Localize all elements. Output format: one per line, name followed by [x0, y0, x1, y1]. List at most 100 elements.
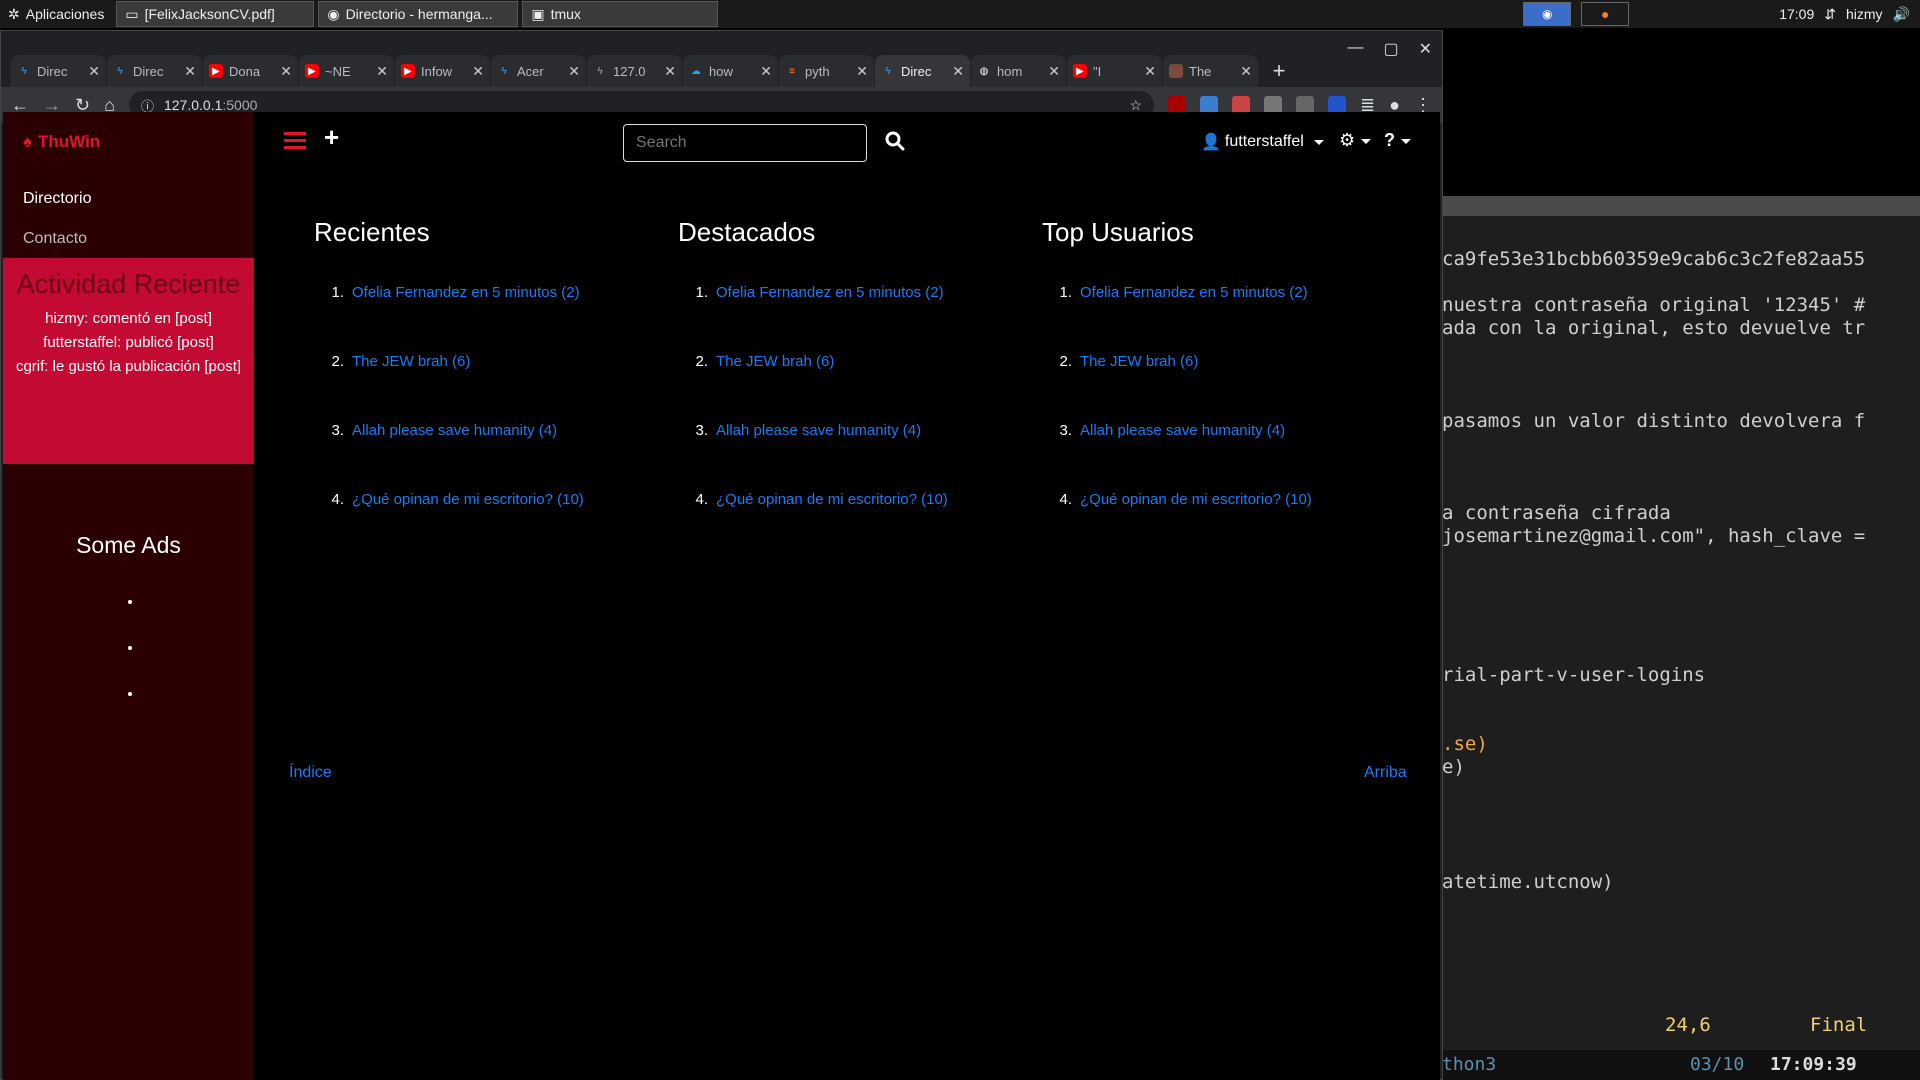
- cursor-position: 24,6: [1665, 1014, 1711, 1036]
- post-list: 1. Ofelia Fernandez en 5 minutos (2) 2. Th…: [1042, 284, 1382, 560]
- browser-tab[interactable]: ◍ hom ✕: [971, 55, 1066, 87]
- tab-title: hom: [997, 63, 1023, 79]
- bolt-icon: ϟ: [885, 65, 891, 77]
- index-link[interactable]: Índice: [289, 764, 332, 782]
- bolt-icon: ϟ: [501, 65, 507, 77]
- post-link[interactable]: Allah please save humanity (4): [352, 422, 557, 491]
- column-top-usuarios: Top Usuarios 1. Ofelia Fernandez en 5 min…: [1042, 217, 1382, 560]
- taskbar-item-browser[interactable]: ◉ Directorio - hermanga...: [318, 1, 519, 27]
- post-link[interactable]: ¿Qué opinan de mi escritorio? (10): [716, 491, 948, 560]
- workspace-1[interactable]: ◉: [1523, 2, 1572, 26]
- terminal-line: rial-part-v-user-logins: [1442, 664, 1706, 686]
- browser-tab[interactable]: ≡ pyth ✕: [779, 55, 874, 87]
- minimize-icon[interactable]: —: [1347, 39, 1363, 59]
- post-link[interactable]: The JEW brah (6): [716, 353, 834, 422]
- hamburger-menu-icon[interactable]: [284, 132, 306, 150]
- username: futterstaffel: [1224, 133, 1304, 150]
- scroll-position: Final: [1810, 1014, 1868, 1036]
- help-menu[interactable]: ?: [1384, 130, 1411, 151]
- back-to-top-link[interactable]: Arriba: [1364, 764, 1407, 782]
- post-link[interactable]: Ofelia Fernandez en 5 minutos (2): [352, 284, 580, 353]
- window-icon: ▭: [125, 5, 139, 22]
- new-tab-button[interactable]: +: [1265, 57, 1293, 85]
- terminal-line: ca9fe53e31bcbb60359e9cab6c3c2fe82aa55: [1442, 248, 1866, 270]
- close-icon[interactable]: ✕: [664, 63, 676, 80]
- browser-tab[interactable]: ϟ Direc ✕: [107, 55, 202, 87]
- close-icon[interactable]: ✕: [952, 63, 964, 80]
- close-icon[interactable]: ✕: [760, 63, 772, 80]
- nav-contacto[interactable]: Contacto: [23, 230, 87, 248]
- browser-tab[interactable]: ϟ Acer ✕: [491, 55, 586, 87]
- browser-tab[interactable]: ϟ 127.0 ✕: [587, 55, 682, 87]
- network-icon[interactable]: ⇵: [1824, 6, 1836, 23]
- user-name[interactable]: hizmy: [1846, 6, 1883, 22]
- search-icon[interactable]: [884, 130, 906, 152]
- column-title: Top Usuarios: [1042, 217, 1194, 247]
- taskbar-item-tmux[interactable]: ▣ tmux: [522, 1, 719, 27]
- volume-icon[interactable]: 🔊: [1893, 6, 1910, 23]
- post-list: 1. Ofelia Fernandez en 5 minutos (2) 2. Th…: [314, 284, 654, 560]
- close-icon[interactable]: ✕: [376, 63, 388, 80]
- terminal-window[interactable]: ca9fe53e31bcbb60359e9cab6c3c2fe82aa55 nu…: [1440, 196, 1920, 1080]
- browser-tab-active[interactable]: ϟ Direc ✕: [875, 55, 970, 87]
- close-icon[interactable]: ✕: [856, 63, 868, 80]
- nav-directorio[interactable]: Directorio: [23, 190, 91, 208]
- terminal-line: ada con la original, esto devuelve tr: [1442, 317, 1866, 339]
- tmux-date: 03/10: [1690, 1054, 1745, 1075]
- chevron-down-icon: [1361, 138, 1372, 144]
- terminal-line: pasamos un valor distinto devolvera f: [1442, 410, 1866, 432]
- bolt-icon: ϟ: [597, 65, 603, 77]
- bookmark-star-icon[interactable]: ☆: [1129, 97, 1142, 114]
- browser-tab[interactable]: ☁ how ✕: [683, 55, 778, 87]
- close-window-icon[interactable]: ✕: [1419, 39, 1432, 59]
- close-icon[interactable]: ✕: [280, 63, 292, 80]
- ad-bullet: [128, 600, 132, 604]
- search-input[interactable]: [623, 124, 867, 162]
- browser-tab[interactable]: ▶ ~NE ✕: [299, 55, 394, 87]
- applications-menu[interactable]: ✲ Aplicaciones: [0, 0, 112, 28]
- browser-tab[interactable]: The ✕: [1163, 55, 1258, 87]
- list-item: 3. Allah please save humanity (4): [314, 422, 654, 491]
- chromium-icon: ◉: [1541, 7, 1553, 21]
- post-link[interactable]: ¿Qué opinan de mi escritorio? (10): [1080, 491, 1312, 560]
- close-icon[interactable]: ✕: [184, 63, 196, 80]
- tab-title: Infow: [421, 63, 453, 79]
- taskbar-item-pdf[interactable]: ▭ [FelixJacksonCV.pdf]: [116, 1, 315, 27]
- close-icon[interactable]: ✕: [1048, 63, 1060, 80]
- workspace-2[interactable]: ●: [1581, 2, 1630, 26]
- user-icon: 👤: [1201, 134, 1221, 151]
- post-link[interactable]: The JEW brah (6): [1080, 353, 1198, 422]
- close-icon[interactable]: ✕: [568, 63, 580, 80]
- close-icon[interactable]: ✕: [472, 63, 484, 80]
- post-link[interactable]: ¿Qué opinan de mi escritorio? (10): [352, 491, 584, 560]
- taskbar-item-label: Directorio - hermanga...: [345, 6, 493, 22]
- list-item: 2. The JEW brah (6): [678, 353, 1018, 422]
- tab-title: Dona: [229, 63, 261, 79]
- sidebar: ♠ ThuWin Directorio Contacto Actividad R…: [3, 112, 254, 1080]
- vim-statusline: 24,6 Final: [1440, 1010, 1920, 1040]
- post-link[interactable]: Ofelia Fernandez en 5 minutos (2): [1080, 284, 1308, 353]
- youtube-icon: ▶: [305, 64, 319, 78]
- post-link[interactable]: Allah please save humanity (4): [716, 422, 921, 491]
- close-icon[interactable]: ✕: [1144, 63, 1156, 80]
- new-post-button[interactable]: +: [324, 122, 339, 153]
- activity-item: cgrif: le gustó la publicación [post]: [15, 358, 242, 375]
- browser-tab[interactable]: ▶ Dona ✕: [203, 55, 298, 87]
- taskbar-item-label: tmux: [550, 6, 581, 22]
- close-icon[interactable]: ✕: [88, 63, 100, 80]
- spade-icon: ♠: [23, 132, 33, 151]
- tab-title: The: [1189, 63, 1212, 79]
- post-link[interactable]: Allah please save humanity (4): [1080, 422, 1285, 491]
- post-link[interactable]: The JEW brah (6): [352, 353, 470, 422]
- brand-link[interactable]: ♠ ThuWin: [23, 132, 100, 152]
- post-list: 1. Ofelia Fernandez en 5 minutos (2) 2. Th…: [678, 284, 1018, 560]
- browser-tab[interactable]: ▶ Infow ✕: [395, 55, 490, 87]
- maximize-icon[interactable]: ▢: [1383, 39, 1398, 59]
- post-link[interactable]: Ofelia Fernandez en 5 minutos (2): [716, 284, 944, 353]
- column-title: Destacados: [678, 217, 816, 247]
- browser-tab[interactable]: ϟ Direc ✕: [11, 55, 106, 87]
- browser-tab[interactable]: ▶ "I ✕: [1067, 55, 1162, 87]
- close-icon[interactable]: ✕: [1240, 63, 1252, 80]
- user-menu[interactable]: 👤 futterstaffel: [1201, 132, 1324, 152]
- settings-menu[interactable]: ⚙: [1339, 130, 1372, 151]
